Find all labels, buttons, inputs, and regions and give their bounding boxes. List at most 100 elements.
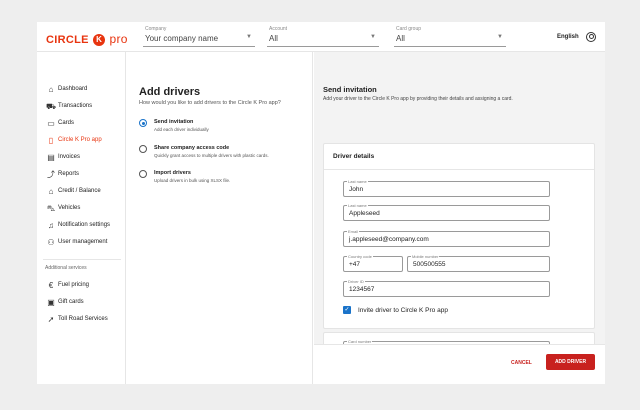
add-drivers-panel: Add drivers How would you like to add dr… — [126, 52, 313, 384]
add-driver-button[interactable]: ADD DRIVER — [546, 354, 595, 370]
card-group-select-value: All — [396, 34, 405, 43]
sidebar-section-title: Additional services — [45, 265, 87, 271]
circle-k-logo[interactable]: CIRCLE K pro — [46, 32, 128, 46]
sidebar-item-label: Dashboard — [58, 86, 88, 92]
top-bar: CIRCLE K pro Company Your company name ▼… — [37, 22, 605, 52]
last-name-field[interactable]: Last name Appleseed — [343, 203, 550, 221]
chart-icon: ⤴ — [47, 170, 55, 179]
field-value: 500500555 — [413, 261, 446, 268]
home-icon: ⌂ — [48, 85, 54, 94]
card-group-select-label: Card group — [396, 26, 422, 32]
sidebar-item-invoices[interactable]: ▤ Invoices — [37, 152, 126, 165]
page-subtitle: How would you like to add drivers to the… — [139, 100, 281, 106]
sidebar-item-gift-cards[interactable]: ▣ Gift cards — [37, 297, 126, 310]
vehicle-icon: ⛍ — [46, 204, 56, 213]
sidebar-item-dashboard[interactable]: ⌂ Dashboard — [37, 84, 126, 97]
sidebar-item-label: Notification settings — [58, 222, 111, 228]
option-description: Quickly grant access to multiple drivers… — [154, 153, 269, 158]
chevron-down-icon: ▼ — [246, 34, 252, 40]
field-label: Email — [347, 229, 360, 234]
email-field[interactable]: Email j.appleseed@company.com — [343, 229, 550, 247]
invoice-icon: ▤ — [47, 153, 55, 162]
option-description: Add each driver individually — [154, 127, 209, 132]
company-select-value: Your company name — [145, 34, 219, 43]
driver-id-field[interactable]: Driver ID 1234567 — [343, 279, 550, 297]
driver-details-card: Driver details Last name John Last name … — [323, 143, 595, 329]
sidebar-item-label: Transactions — [58, 103, 93, 109]
mobile-number-field[interactable]: Mobile number 500500555 — [407, 254, 550, 272]
sidebar-item-vehicles[interactable]: ⛍ Vehicles — [37, 203, 126, 216]
sidebar-item-label: Gift cards — [58, 299, 84, 305]
chevron-down-icon: ▼ — [497, 34, 503, 40]
account-select-label: Account — [269, 26, 288, 32]
card-group-select[interactable]: Card group All ▼ — [394, 26, 506, 47]
sidebar: ⌂ Dashboard ⛟ Transactions ▭ Cards ▯ Cir… — [37, 52, 126, 384]
field-value: John — [349, 186, 364, 193]
field-label: Mobile number — [411, 254, 440, 259]
users-icon: ⚇ — [47, 238, 55, 247]
sidebar-item-user-management[interactable]: ⚇ User management — [37, 237, 126, 250]
sidebar-item-label: User management — [58, 239, 108, 245]
road-icon: ➚ — [47, 315, 55, 324]
bank-icon: ⌂ — [48, 187, 54, 196]
option-title: Share company access code — [154, 145, 230, 151]
page-title: Add drivers — [139, 86, 201, 98]
sidebar-item-toll-road-services[interactable]: ➚ Toll Road Services — [37, 314, 126, 327]
radio-selected[interactable] — [139, 119, 147, 127]
sidebar-item-reports[interactable]: ⤴ Reports — [37, 169, 126, 182]
option-title: Import drivers — [154, 170, 191, 176]
option-import-drivers[interactable]: Import drivers Upload drivers in bulk us… — [139, 169, 309, 191]
sidebar-item-notification-settings[interactable]: ♫ Notification settings — [37, 220, 126, 233]
field-label: Last name — [347, 179, 368, 184]
bell-icon: ♫ — [48, 221, 54, 230]
sidebar-item-transactions[interactable]: ⛟ Transactions — [37, 101, 126, 114]
company-select-label: Company — [145, 26, 167, 32]
app-window: CIRCLE K pro Company Your company name ▼… — [37, 22, 605, 384]
sidebar-item-label: Cards — [58, 120, 75, 126]
sidebar-item-credit-balance[interactable]: ⌂ Credit / Balance — [37, 186, 126, 199]
sidebar-item-cards[interactable]: ▭ Cards — [37, 118, 126, 131]
euro-icon: € — [48, 281, 54, 290]
sidebar-item-label: Vehicles — [58, 205, 81, 211]
invite-checkbox-label[interactable]: Invite driver to Circle K Pro app — [358, 307, 448, 314]
language-selector[interactable]: English — [557, 34, 579, 40]
gift-icon: ▣ — [47, 298, 55, 307]
sidebar-item-fuel-pricing[interactable]: € Fuel pricing — [37, 280, 126, 293]
first-name-field[interactable]: Last name John — [343, 179, 550, 197]
radio-unselected[interactable] — [139, 170, 147, 178]
card-icon: ▭ — [47, 119, 55, 128]
sidebar-item-circle-k-pro-app[interactable]: ▯ Circle K Pro app — [37, 135, 126, 148]
field-label: Driver ID — [347, 279, 365, 284]
sidebar-item-label: Reports — [58, 171, 80, 177]
option-title: Send invitation — [154, 119, 194, 125]
country-code-field[interactable]: Country code +47 — [343, 254, 403, 272]
sidebar-item-label: Circle K Pro app — [58, 137, 102, 143]
radio-unselected[interactable] — [139, 145, 147, 153]
company-select[interactable]: Company Your company name ▼ — [143, 26, 255, 47]
invite-checkbox[interactable]: ✓ — [343, 306, 351, 314]
account-select[interactable]: Account All ▼ — [267, 26, 379, 47]
option-share-access-code[interactable]: Share company access code Quickly grant … — [139, 144, 309, 166]
field-value: +47 — [349, 261, 361, 268]
section-subtitle: Add your driver to the Circle K Pro app … — [323, 96, 513, 102]
field-value: j.appleseed@company.com — [349, 236, 429, 243]
chevron-down-icon: ▼ — [370, 34, 376, 40]
field-value: Appleseed — [349, 210, 380, 217]
sidebar-item-label: Fuel pricing — [58, 282, 90, 288]
phone-icon: ▯ — [48, 136, 54, 145]
field-value: 1234567 — [349, 286, 375, 293]
sidebar-item-label: Credit / Balance — [58, 188, 101, 194]
account-icon[interactable] — [586, 32, 596, 42]
field-label: Last name — [347, 203, 368, 208]
sidebar-divider — [43, 259, 121, 260]
section-title: Send invitation — [323, 85, 377, 94]
sidebar-item-label: Invoices — [58, 154, 81, 160]
check-icon: ✓ — [344, 307, 350, 313]
option-send-invitation[interactable]: Send invitation Add each driver individu… — [139, 118, 309, 140]
card-title: Driver details — [333, 153, 375, 160]
cart-icon: ⛟ — [46, 102, 57, 111]
form-footer: CANCEL ADD DRIVER — [314, 344, 605, 384]
send-invitation-panel: Send invitation Add your driver to the C… — [314, 52, 605, 384]
option-description: Upload drivers in bulk using XLSX file. — [154, 178, 231, 183]
cancel-button[interactable]: CANCEL — [511, 360, 532, 366]
